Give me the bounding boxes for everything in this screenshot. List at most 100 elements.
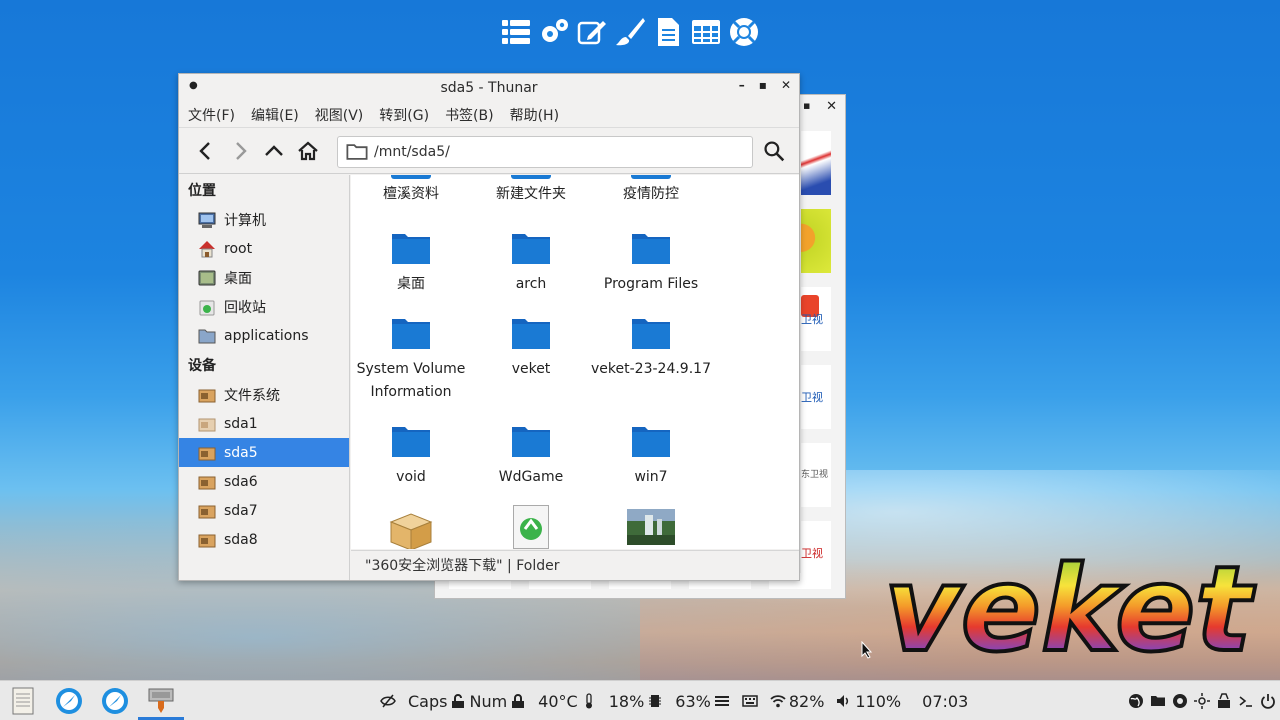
sidebar-item-sda6[interactable]: sda6 (179, 467, 349, 496)
sidebar-item-applications[interactable]: applications (179, 321, 349, 350)
folder-item[interactable]: WdGame (471, 425, 591, 489)
title-bar[interactable]: ● sda5 - Thunar – ▪ ✕ (179, 74, 799, 102)
lock-icon (512, 694, 525, 708)
folder-item[interactable]: 新建文件夹 (471, 175, 591, 206)
clock[interactable]: 07:03 (922, 692, 968, 711)
memory-icon (714, 696, 729, 706)
folder-item[interactable]: Program Files (591, 232, 711, 296)
menu-go[interactable]: 转到(G) (379, 105, 429, 125)
gears-icon[interactable] (538, 14, 570, 50)
folder-item[interactable]: 檀溪资料 (351, 175, 471, 206)
search-icon[interactable] (763, 140, 785, 162)
folder-icon (391, 175, 431, 179)
file-item[interactable] (351, 510, 471, 549)
thumbnail[interactable] (801, 209, 831, 273)
sidebar-item-label: 计算机 (224, 212, 266, 229)
sidebar-item-label: sda1 (224, 415, 258, 432)
notepad-icon (12, 687, 34, 714)
volume-icon[interactable] (836, 693, 852, 709)
menu-file[interactable]: 文件(F) (188, 105, 235, 125)
keyboard-icon[interactable] (742, 693, 758, 709)
help-lifebuoy-icon[interactable] (728, 14, 760, 50)
power-icon[interactable] (1260, 693, 1276, 709)
sidebar-item-label: 文件系统 (224, 387, 280, 404)
minimize-icon[interactable]: – (739, 78, 745, 92)
close-icon[interactable]: ✕ (781, 78, 791, 92)
home-icon (199, 240, 215, 257)
sidebar-item-computer[interactable]: 计算机 (179, 205, 349, 234)
file-label: arch (515, 276, 547, 292)
install-package-icon[interactable] (1216, 693, 1232, 709)
up-button[interactable] (257, 134, 291, 168)
veket-logo-text: veket (884, 540, 1256, 665)
file-label: 檀溪资料 (383, 186, 439, 202)
sidebar-item-filesystem[interactable]: 文件系统 (179, 380, 349, 409)
menu-help[interactable]: 帮助(H) (510, 105, 559, 125)
folder-icon[interactable] (1150, 693, 1166, 709)
sidebar: 位置 计算机 root 桌面 回收站 applications 设备 文件系统 (179, 175, 350, 580)
menu-view[interactable]: 视图(V) (315, 105, 364, 125)
location-path: /mnt/sda5/ (374, 144, 450, 160)
folder-icon (198, 329, 216, 343)
thumbnail[interactable]: 卫视 (801, 287, 831, 351)
package-icon (389, 513, 433, 549)
taskbar: Caps Num 40°C 18% 63% 82% 110% 07:03 (0, 680, 1280, 720)
maximize-icon[interactable]: ▪ (759, 78, 767, 92)
wifi-icon[interactable] (770, 693, 786, 709)
document-icon[interactable] (652, 14, 684, 50)
taskbar-browser-button-2[interactable] (92, 681, 138, 720)
folder-item[interactable]: System Volume Information (351, 317, 471, 404)
sidebar-item-sda5[interactable]: sda5 (179, 438, 349, 467)
help-lifebuoy-icon[interactable] (1172, 693, 1188, 709)
sidebar-item-sda7[interactable]: sda7 (179, 496, 349, 525)
terminal-icon[interactable] (1238, 693, 1254, 709)
taskbar-file-manager-button[interactable] (138, 681, 184, 720)
sidebar-item-sda1[interactable]: sda1 (179, 409, 349, 438)
spreadsheet-icon[interactable] (690, 14, 722, 50)
caps-lock-indicator: Caps (408, 691, 448, 711)
volume-value: 110% (855, 691, 902, 711)
file-view[interactable]: 檀溪资料 新建文件夹 疫情防控 桌面 arch Program Files Sy… (351, 175, 799, 549)
thumbnail[interactable]: 东卫视 (801, 443, 831, 507)
file-item[interactable] (591, 509, 711, 549)
back-button[interactable] (189, 134, 223, 168)
sidebar-item-label: 回收站 (224, 299, 266, 316)
folder-item[interactable]: void (351, 425, 471, 489)
menu-bookmarks[interactable]: 书签(B) (445, 105, 494, 125)
folder-item[interactable]: 疫情防控 (591, 175, 711, 206)
location-bar[interactable]: /mnt/sda5/ (337, 136, 753, 168)
folder-item[interactable]: arch (471, 232, 591, 296)
home-button[interactable] (291, 134, 325, 168)
folder-item[interactable]: 桌面 (351, 232, 471, 296)
close-icon[interactable]: ✕ (826, 99, 837, 114)
eye-off-icon[interactable] (380, 693, 396, 709)
thumbnail-label: 卫视 (801, 313, 823, 326)
sidebar-item-root[interactable]: root (179, 234, 349, 263)
maximize-icon[interactable]: ▪ (803, 99, 810, 112)
forward-button[interactable] (223, 134, 257, 168)
thumbnail[interactable] (801, 131, 831, 195)
brush-icon[interactable] (614, 14, 646, 50)
folder-item[interactable]: veket-23-24.9.17 (591, 317, 711, 381)
folder-icon (511, 175, 551, 179)
folder-item[interactable]: veket (471, 317, 591, 381)
settings-sun-icon[interactable] (1194, 693, 1210, 709)
taskbar-browser-button[interactable] (46, 681, 92, 720)
folder-item[interactable]: win7 (591, 425, 711, 489)
edit-icon[interactable] (576, 14, 608, 50)
sidebar-item-trash[interactable]: 回收站 (179, 292, 349, 321)
taskbar-notes-button[interactable] (0, 681, 46, 720)
file-manager-window[interactable]: ● sda5 - Thunar – ▪ ✕ 文件(F) 编辑(E) 视图(V) … (178, 73, 800, 581)
sidebar-item-sda8[interactable]: sda8 (179, 525, 349, 554)
file-item[interactable] (471, 505, 591, 549)
file-label: void (396, 469, 426, 485)
thumbnail[interactable]: 卫视 (801, 365, 831, 429)
list-icon[interactable] (500, 14, 532, 50)
folder-icon (631, 232, 671, 265)
sidebar-item-desktop[interactable]: 桌面 (179, 263, 349, 292)
sidebar-item-label: sda7 (224, 502, 258, 519)
memory-usage-value: 63% (675, 691, 711, 711)
folder-icon (631, 425, 671, 458)
globe-icon[interactable] (1128, 693, 1144, 709)
menu-edit[interactable]: 编辑(E) (251, 105, 299, 125)
